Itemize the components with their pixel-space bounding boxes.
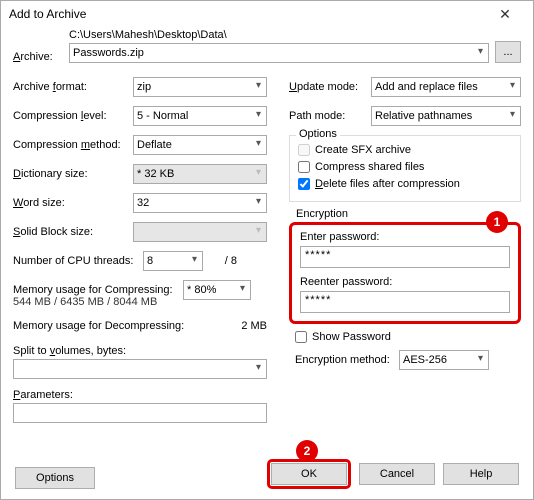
enc-method-label: Encryption method: [295,354,399,366]
archive-path: C:\Users\Mahesh\Desktop\Data\ [69,29,489,41]
split-combo[interactable] [13,359,267,379]
dict-label: Dictionary size: [13,168,133,180]
pathmode-combo[interactable]: Relative pathnames [371,106,521,126]
format-label: Archive format: [13,81,133,93]
word-label: Word size: [13,197,133,209]
options-group: Options Create SFX archive Compress shar… [289,135,521,202]
titlebar: Add to Archive ✕ [1,1,533,25]
cpu-combo[interactable]: 8 [143,251,203,271]
ok-button[interactable]: OK [271,463,347,485]
memc-label: Memory usage for Compressing: [13,284,183,296]
enc-method-combo[interactable]: AES-256 [399,350,489,370]
memc-combo[interactable]: * 80% [183,280,251,300]
reenter-password-label: Reenter password: [300,276,510,288]
options-legend: Options [296,128,340,140]
split-label: Split to volumes, bytes: [13,345,267,357]
right-column: Update mode: Add and replace files Path … [289,77,521,423]
password-input[interactable]: ***** [300,246,510,268]
ok-highlight: 2 OK [267,459,351,489]
pathmode-label: Path mode: [289,110,371,122]
level-label: Compression level: [13,110,133,122]
left-column: Archive format: zip Compression level: 5… [13,77,267,423]
method-label: Compression method: [13,139,133,151]
browse-button[interactable]: ... [495,41,521,63]
window-title: Add to Archive [9,7,86,21]
update-label: Update mode: [289,81,371,93]
archive-filename-combo[interactable]: Passwords.zip [69,43,489,63]
cpu-total: / 8 [207,255,237,267]
encryption-highlight: 1 Enter password: ***** Reenter password… [289,222,521,324]
param-label: Parameters: [13,389,267,401]
options-button[interactable]: Options [15,467,95,489]
memd-label: Memory usage for Decompressing: [13,320,203,332]
method-combo[interactable]: Deflate [133,135,267,155]
cpu-label: Number of CPU threads: [13,255,143,267]
callout-1: 1 [486,211,508,233]
delete-after-checkbox[interactable]: Delete files after compression [298,178,512,190]
cancel-button[interactable]: Cancel [359,463,435,485]
encryption-group: Encryption 1 Enter password: ***** Reent… [289,208,521,370]
dict-combo: * 32 KB [133,164,267,184]
help-button[interactable]: Help [443,463,519,485]
sfx-checkbox: Create SFX archive [298,144,512,156]
callout-2: 2 [296,440,318,462]
shared-checkbox[interactable]: Compress shared files [298,161,512,173]
solid-label: Solid Block size: [13,226,133,238]
close-button[interactable]: ✕ [485,7,525,21]
archive-label: Archive: [13,51,63,63]
word-combo[interactable]: 32 [133,193,267,213]
reenter-password-input[interactable]: ***** [300,291,510,313]
param-input[interactable] [13,403,267,423]
memd-value: 2 MB [241,320,267,332]
solid-combo [133,222,267,242]
level-combo[interactable]: 5 - Normal [133,106,267,126]
dialog-footer: 2 OK Cancel Help [267,459,519,489]
enter-password-label: Enter password: [300,231,510,243]
format-combo[interactable]: zip [133,77,267,97]
show-password-checkbox[interactable]: Show Password [295,331,521,343]
update-combo[interactable]: Add and replace files [371,77,521,97]
